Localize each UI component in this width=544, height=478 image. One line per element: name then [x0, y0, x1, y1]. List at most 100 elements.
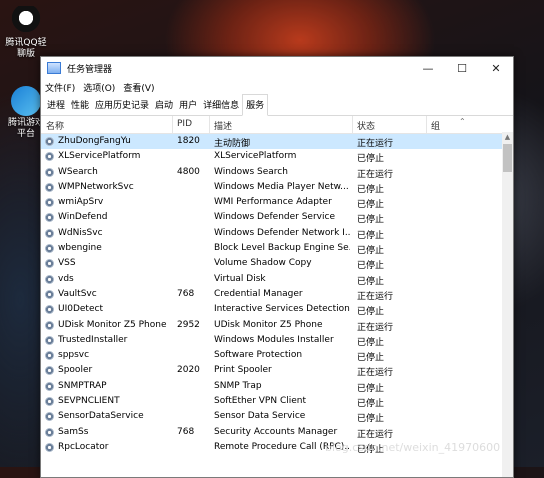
table-row[interactable]: vds Virtual Disk 已停止 — [41, 272, 513, 287]
table-row[interactable]: VSS Volume Shadow Copy 已停止 — [41, 256, 513, 271]
column-group[interactable]: 组 — [431, 119, 440, 132]
service-description: Print Spooler — [214, 365, 272, 376]
tab-details[interactable]: 详细信息 — [200, 95, 242, 115]
gear-icon — [45, 305, 54, 315]
service-status: 已停止 — [357, 261, 385, 272]
service-status: 已停止 — [357, 353, 385, 364]
service-name: sppsvc — [58, 350, 90, 361]
table-row[interactable]: SensorDataService Sensor Data Service 已停止 — [41, 409, 513, 424]
column-status[interactable]: 状态 — [357, 119, 375, 132]
service-name: WSearch — [58, 166, 98, 177]
column-description[interactable]: 描述 — [214, 119, 232, 132]
tab-services[interactable]: 服务 — [242, 94, 269, 116]
service-name: WMPNetworkSvc — [58, 181, 134, 192]
gear-icon — [45, 213, 54, 223]
game-platform-icon — [11, 86, 41, 116]
service-status: 已停止 — [357, 383, 385, 394]
service-status: 已停止 — [357, 230, 385, 241]
tab-app-history[interactable]: 应用历史记录 — [92, 95, 152, 115]
service-name: UDisk Monitor Z5 Phone — [58, 319, 167, 330]
services-list: ZhuDongFangYu 1820 主动防御 正在运行 XLServicePlatfo… — [41, 134, 513, 455]
vertical-scrollbar[interactable]: ▲ — [502, 132, 513, 477]
service-status: 已停止 — [357, 200, 385, 211]
service-status: 正在运行 — [357, 291, 394, 302]
service-name: SensorDataService — [58, 411, 144, 422]
service-name: WinDefend — [58, 212, 108, 223]
table-row[interactable]: Spooler 2020 Print Spooler 正在运行 — [41, 363, 513, 378]
tab-performance[interactable]: 性能 — [68, 95, 92, 115]
service-description: Windows Media Player Netw... — [214, 181, 349, 192]
tab-bar: 进程 性能 应用历史记录 启动 用户 详细信息 服务 — [41, 94, 513, 116]
task-manager-window: 任务管理器 — ☐ ✕ 文件(F) 选项(O) 查看(V) 进程 性能 应用历史… — [40, 56, 514, 478]
table-row[interactable]: WMPNetworkSvc Windows Media Player Netw..… — [41, 180, 513, 195]
desktop-icon-qq[interactable]: 腾讯QQ轻聊版 — [4, 6, 48, 60]
table-row[interactable]: wmiApSrv WMI Performance Adapter 已停止 — [41, 195, 513, 210]
table-row[interactable]: WinDefend Windows Defender Service 已停止 — [41, 210, 513, 225]
service-pid: 2020 — [177, 365, 200, 376]
table-row[interactable]: WdNisSvc Windows Defender Network I... 已停止 — [41, 226, 513, 241]
table-row[interactable]: WSearch 4800 Windows Search 正在运行 — [41, 165, 513, 180]
maximize-button[interactable]: ☐ — [445, 57, 479, 79]
menu-bar: 文件(F) 选项(O) 查看(V) — [41, 79, 513, 95]
scroll-thumb[interactable] — [503, 144, 512, 172]
service-description: Windows Defender Service — [214, 212, 335, 223]
service-description: Windows Search — [214, 166, 288, 177]
column-pid[interactable]: PID — [177, 119, 192, 129]
task-manager-icon — [47, 62, 61, 74]
tab-startup[interactable]: 启动 — [152, 95, 176, 115]
column-divider[interactable] — [426, 116, 427, 133]
column-divider[interactable] — [172, 116, 173, 133]
table-row[interactable]: UI0Detect Interactive Services Detection 已… — [41, 302, 513, 317]
service-name: SEVPNCLIENT — [58, 396, 120, 407]
gear-icon — [45, 167, 54, 177]
table-row[interactable]: XLServicePlatform XLServicePlatform 已停止 — [41, 149, 513, 164]
service-status: 已停止 — [357, 337, 385, 348]
table-row[interactable]: SEVPNCLIENT SoftEther VPN Client 已停止 — [41, 394, 513, 409]
table-row[interactable]: UDisk Monitor Z5 Phone 2952 UDisk Monitor … — [41, 318, 513, 333]
title-bar[interactable]: 任务管理器 — ☐ ✕ — [41, 57, 513, 79]
gear-icon — [45, 442, 54, 452]
column-divider[interactable] — [352, 116, 353, 133]
service-name: Spooler — [58, 365, 93, 376]
table-row[interactable]: SNMPTRAP SNMP Trap 已停止 — [41, 379, 513, 394]
service-description: WMI Performance Adapter — [214, 197, 332, 208]
service-description: Security Accounts Manager — [214, 426, 338, 437]
window-title: 任务管理器 — [67, 64, 113, 75]
table-row[interactable]: VaultSvc 768 Credential Manager 正在运行 — [41, 287, 513, 302]
service-pid: 4800 — [177, 166, 200, 177]
table-row[interactable]: wbengine Block Level Backup Engine Se... 已… — [41, 241, 513, 256]
service-pid: 1820 — [177, 136, 200, 146]
tab-users[interactable]: 用户 — [176, 95, 200, 115]
table-row[interactable]: TrustedInstaller Windows Modules Installe… — [41, 333, 513, 348]
menu-file[interactable]: 文件(F) — [45, 81, 75, 94]
service-description: Block Level Backup Engine Se... — [214, 243, 350, 254]
gear-icon — [45, 335, 54, 345]
service-name: UI0Detect — [58, 304, 103, 315]
service-description: Windows Defender Network I... — [214, 227, 350, 238]
column-header: 名称 PID 描述 状态 组 ⌃ — [41, 116, 513, 134]
tab-processes[interactable]: 进程 — [44, 95, 68, 115]
close-button[interactable]: ✕ — [479, 57, 513, 79]
table-row[interactable]: sppsvc Software Protection 已停止 — [41, 348, 513, 363]
minimize-button[interactable]: — — [411, 57, 445, 79]
service-name: VSS — [58, 258, 76, 269]
gear-icon — [45, 320, 54, 330]
menu-view[interactable]: 查看(V) — [123, 81, 154, 94]
service-status: 正在运行 — [357, 169, 394, 180]
menu-options[interactable]: 选项(O) — [83, 81, 115, 94]
service-description: XLServicePlatform — [214, 151, 297, 162]
scroll-up-icon[interactable]: ▲ — [502, 132, 513, 143]
table-row[interactable]: ZhuDongFangYu 1820 主动防御 正在运行 — [41, 134, 513, 150]
service-name: wbengine — [58, 243, 102, 254]
column-name[interactable]: 名称 — [46, 119, 64, 132]
service-description: SNMP Trap — [214, 380, 262, 391]
gear-icon — [45, 381, 54, 391]
service-name: WdNisSvc — [58, 227, 103, 238]
service-status: 已停止 — [357, 276, 385, 287]
gear-icon — [45, 366, 54, 376]
table-row[interactable]: SamSs 768 Security Accounts Manager 正在运行 — [41, 425, 513, 440]
service-status: 正在运行 — [357, 429, 394, 440]
column-divider[interactable] — [209, 116, 210, 133]
service-description: SoftEther VPN Client — [214, 396, 307, 407]
service-description: Volume Shadow Copy — [214, 258, 312, 269]
